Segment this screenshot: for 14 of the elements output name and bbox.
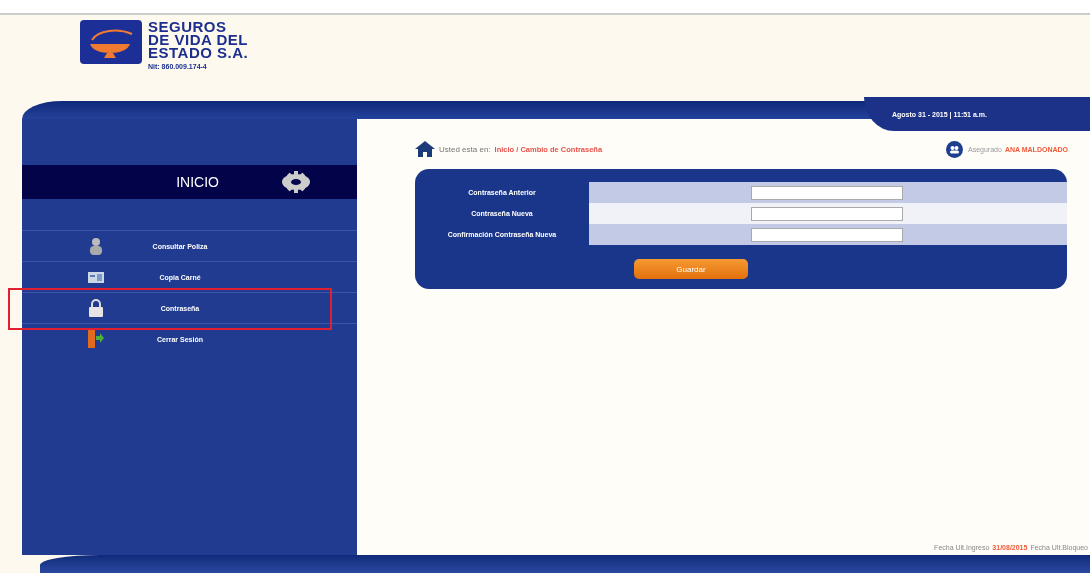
company-name: SEGUROS: [148, 20, 228, 33]
users-icon: [946, 140, 963, 158]
breadcrumb-label: Usted esta en:: [439, 144, 491, 154]
company-name: DE VIDA DEL: [148, 33, 249, 46]
lock-icon: [88, 299, 104, 317]
sidebar-title: INICIO: [176, 174, 219, 190]
password-field[interactable]: [751, 206, 903, 221]
person-icon: [88, 237, 104, 255]
company-name: ESTADO S.A.: [148, 46, 249, 59]
lamp-logo-icon: [80, 20, 142, 64]
home-icon: [415, 141, 435, 157]
password-field[interactable]: [751, 185, 903, 200]
exit-icon: [88, 330, 104, 348]
password-field[interactable]: [751, 227, 903, 242]
